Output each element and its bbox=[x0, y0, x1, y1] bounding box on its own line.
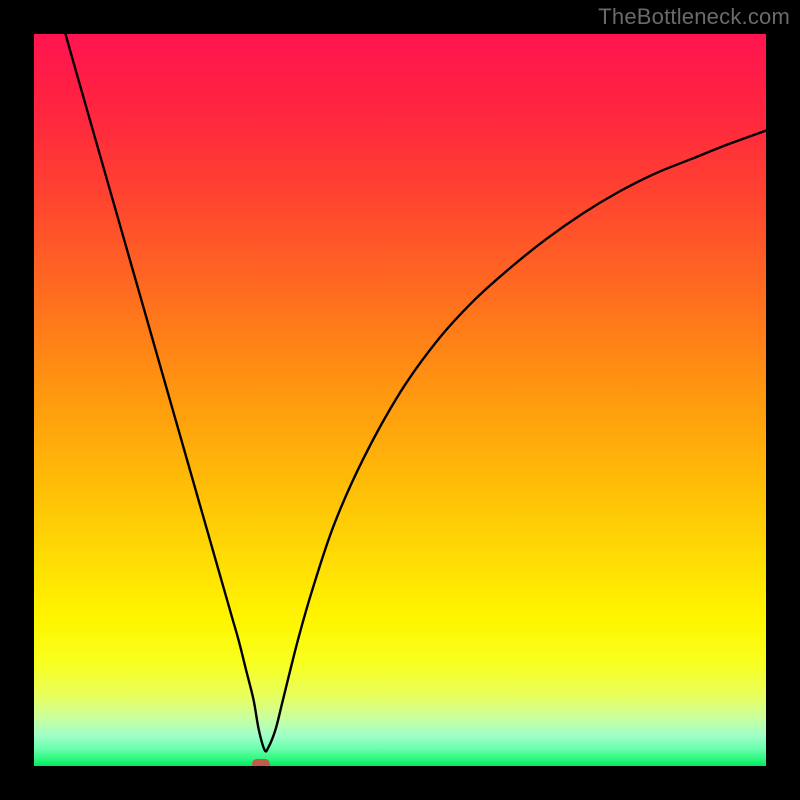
optimal-point-marker bbox=[252, 759, 270, 766]
watermark-text: TheBottleneck.com bbox=[598, 4, 790, 30]
chart-frame: TheBottleneck.com bbox=[0, 0, 800, 800]
bottleneck-curve bbox=[34, 34, 766, 766]
plot-area bbox=[34, 34, 766, 766]
